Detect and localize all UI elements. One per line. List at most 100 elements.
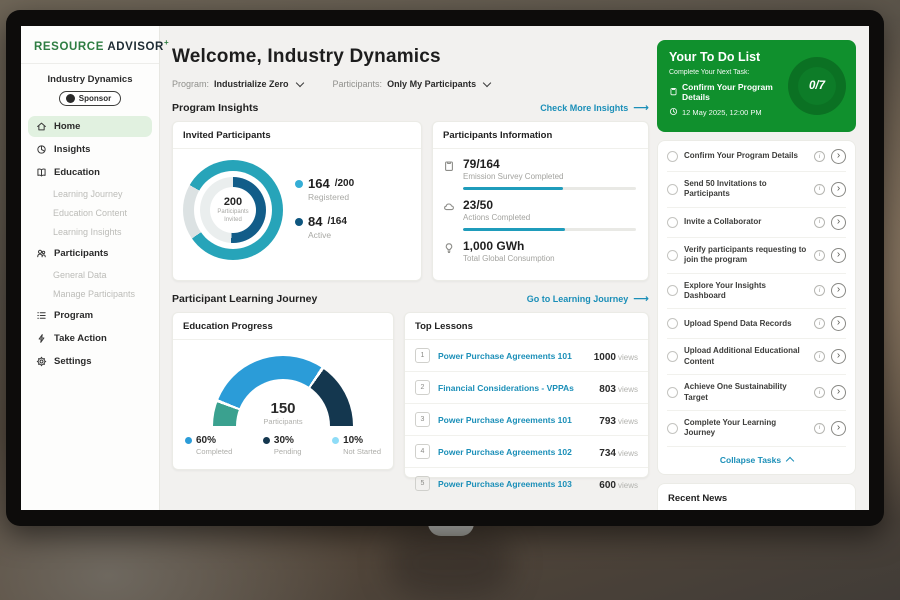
info-icon: i (814, 285, 825, 296)
brand-logo: RESOURCE ADVISOR+ (21, 26, 159, 64)
check-more-insights-link[interactable]: Check More Insights⟶ (540, 103, 649, 114)
sidebar-item-participants[interactable]: Participants (28, 243, 152, 264)
sidebar-item-learning-insights[interactable]: Learning Insights (28, 223, 152, 241)
legend-total: /164 (327, 216, 346, 227)
task-item[interactable]: Achieve One Sustainability Target i › (667, 375, 846, 411)
task-item[interactable]: Upload Additional Educational Content i … (667, 339, 846, 375)
todo-due-date: 12 May 2025, 12:00 PM (682, 108, 762, 117)
lesson-views: 1000 (594, 352, 616, 363)
brand-part-1: RESOURCE (34, 41, 104, 53)
program-filter[interactable]: Program: Industrialize Zero (172, 79, 303, 89)
task-chevron-button[interactable]: › (831, 149, 846, 164)
lesson-views-suffix: views (618, 481, 638, 490)
task-item[interactable]: Complete Your Learning Journey i › (667, 411, 846, 447)
task-checkbox[interactable] (667, 250, 678, 261)
task-checkbox[interactable] (667, 318, 678, 329)
app-window: RESOURCE ADVISOR+ Industry Dynamics Spon… (21, 26, 869, 510)
lesson-link[interactable]: Power Purchase Agreements 101 (438, 351, 594, 361)
gauge-legend: 60% Completed 30% Pending 10% Not Starte… (173, 426, 393, 456)
task-item[interactable]: Explore Your Insights Dashboard i › (667, 274, 846, 310)
lesson-link[interactable]: Financial Considerations - VPPAs (438, 383, 599, 393)
sidebar-item-program[interactable]: Program (28, 305, 152, 326)
legend-label: Not Started (343, 447, 381, 456)
task-checkbox[interactable] (667, 285, 678, 296)
task-checkbox[interactable] (667, 151, 678, 162)
card-title: Invited Participants (173, 122, 421, 149)
clipboard-icon (669, 87, 678, 98)
lesson-rank: 5 (415, 476, 430, 491)
task-chevron-button[interactable]: › (831, 421, 846, 436)
task-checkbox[interactable] (667, 351, 678, 362)
sidebar-program-name: Industry Dynamics (21, 74, 159, 85)
task-item[interactable]: Confirm Your Program Details i › (667, 142, 846, 172)
sidebar-item-settings[interactable]: Settings (28, 351, 152, 372)
todo-title: Your To Do List (669, 50, 782, 64)
task-chevron-button[interactable]: › (831, 385, 846, 400)
task-checkbox[interactable] (667, 423, 678, 434)
task-checkbox[interactable] (667, 217, 678, 228)
task-chevron-button[interactable]: › (831, 182, 846, 197)
task-checkbox[interactable] (667, 184, 678, 195)
go-to-learning-journey-link[interactable]: Go to Learning Journey⟶ (527, 294, 649, 305)
lesson-row: 2 Financial Considerations - VPPAs 803vi… (405, 372, 648, 404)
collapse-tasks-link[interactable]: Collapse Tasks (667, 447, 846, 473)
task-chevron-button[interactable]: › (831, 349, 846, 364)
sidebar-item-education-content[interactable]: Education Content (28, 204, 152, 222)
lesson-views: 793 (599, 416, 616, 427)
lesson-link[interactable]: Power Purchase Agreements 102 (438, 447, 599, 457)
task-label: Upload Spend Data Records (684, 319, 808, 329)
task-item[interactable]: Send 50 Invitations to Participants i › (667, 172, 846, 208)
legend-item-registered: 164/200 Registered (295, 176, 354, 202)
background-scene: RESOURCE ADVISOR+ Industry Dynamics Spon… (0, 0, 900, 600)
task-item[interactable]: Upload Spend Data Records i › (667, 309, 846, 339)
task-item[interactable]: Invite a Collaborator i › (667, 208, 846, 238)
task-chevron-button[interactable]: › (831, 316, 846, 331)
stat-total-consumption: 1,000 GWh Total Global Consumption (433, 231, 648, 263)
sidebar-item-manage-participants[interactable]: Manage Participants (28, 285, 152, 303)
top-lessons-card: Top Lessons 1 Power Purchase Agreements … (404, 312, 649, 478)
todo-summary-card: Your To Do List Complete Your Next Task:… (657, 40, 856, 132)
link-label: Go to Learning Journey (527, 294, 629, 304)
clock-icon (669, 107, 678, 118)
lesson-views-suffix: views (618, 385, 638, 394)
lesson-views: 600 (599, 480, 616, 491)
sidebar-item-insights[interactable]: Insights (28, 139, 152, 160)
sidebar-item-label: General Data (53, 270, 107, 280)
sponsor-badge[interactable]: Sponsor (59, 91, 121, 106)
donut-center-label: Participants Invited (216, 209, 250, 224)
task-item[interactable]: Verify participants requesting to join t… (667, 238, 846, 274)
sidebar-item-education[interactable]: Education (28, 162, 152, 183)
insights-icon (36, 144, 47, 155)
legend-item-pending: 30% Pending (263, 435, 302, 456)
stat-value: 23/50 (463, 198, 530, 212)
legend-dot (332, 437, 339, 444)
participants-filter[interactable]: Participants: Only My Participants (333, 79, 491, 89)
task-chevron-button[interactable]: › (831, 283, 846, 298)
sidebar-item-take-action[interactable]: Take Action (28, 328, 152, 349)
section-title-learning-journey: Participant Learning Journey (172, 293, 317, 305)
sidebar-item-learning-journey[interactable]: Learning Journey (28, 185, 152, 203)
legend-value: 164 (308, 176, 330, 191)
lesson-rank: 4 (415, 444, 430, 459)
info-icon: i (814, 250, 825, 261)
settings-icon (36, 356, 47, 367)
sidebar-item-label: Education (54, 167, 100, 178)
legend-value: 84 (308, 214, 322, 229)
legend-dot (263, 437, 270, 444)
legend-value: 10% (343, 435, 363, 446)
task-label: Verify participants requesting to join t… (684, 245, 808, 266)
sidebar-item-label: Home (54, 121, 80, 132)
sidebar-item-home[interactable]: Home (28, 116, 152, 137)
lesson-link[interactable]: Power Purchase Agreements 101 (438, 415, 599, 425)
legend-label: Completed (196, 447, 232, 456)
task-chevron-button[interactable]: › (831, 248, 846, 263)
task-checkbox[interactable] (667, 387, 678, 398)
legend-dot (295, 180, 303, 188)
section-title-program-insights: Program Insights (172, 102, 258, 114)
legend-total: /200 (335, 178, 354, 189)
lesson-link[interactable]: Power Purchase Agreements 103 (438, 479, 599, 489)
task-chevron-button[interactable]: › (831, 215, 846, 230)
stat-label: Actions Completed (463, 213, 530, 222)
sidebar-item-label: Learning Journey (53, 189, 123, 199)
sidebar-item-general-data[interactable]: General Data (28, 266, 152, 284)
